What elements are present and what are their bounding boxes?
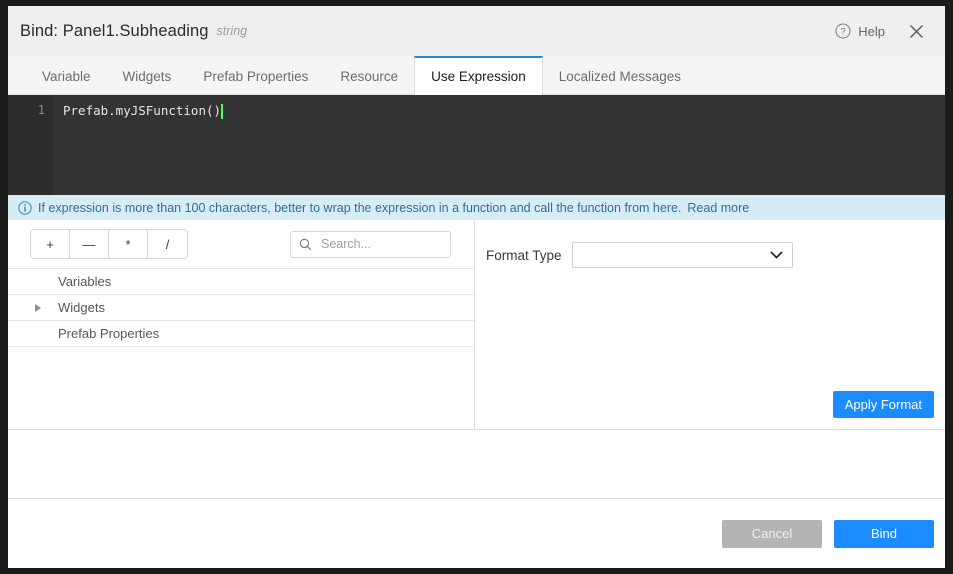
- svg-text:?: ?: [841, 27, 846, 38]
- tab-label: Variable: [42, 69, 91, 84]
- tab-label: Prefab Properties: [203, 69, 308, 84]
- dialog-footer: Cancel Bind: [8, 499, 945, 568]
- tab-localized-messages[interactable]: Localized Messages: [543, 56, 697, 94]
- dialog-type-hint: string: [217, 24, 248, 38]
- expression-builder-pane: + — * /: [8, 220, 475, 429]
- operator-label: /: [166, 237, 170, 252]
- operator-label: *: [125, 237, 130, 252]
- tab-label: Localized Messages: [559, 69, 681, 84]
- tab-resource[interactable]: Resource: [324, 56, 414, 94]
- help-label: Help: [858, 24, 885, 39]
- bind-dialog: Bind: Panel1.Subheading string ? Help: [8, 6, 945, 568]
- operator-button-group: + — * /: [30, 229, 188, 259]
- operator-minus-button[interactable]: —: [70, 230, 109, 258]
- bind-button[interactable]: Bind: [834, 520, 934, 548]
- format-type-select-wrap: [572, 242, 793, 268]
- screen-background: Bind: Panel1.Subheading string ? Help: [0, 0, 953, 574]
- page-title: Bind: Panel1.Subheading: [20, 22, 209, 41]
- chevron-right-icon[interactable]: [33, 303, 49, 313]
- search-input[interactable]: [319, 236, 442, 252]
- read-more-link[interactable]: Read more: [687, 201, 749, 215]
- search-box[interactable]: [290, 231, 451, 258]
- tab-label: Resource: [340, 69, 398, 84]
- question-circle-icon: ?: [835, 23, 851, 39]
- preview-area: [8, 430, 945, 499]
- apply-format-wrap: Apply Format: [475, 268, 945, 429]
- help-button[interactable]: ? Help: [835, 23, 885, 39]
- tab-variable[interactable]: Variable: [26, 56, 107, 94]
- tab-label: Widgets: [123, 69, 172, 84]
- info-circle-icon: [18, 201, 32, 215]
- tab-prefab-properties[interactable]: Prefab Properties: [187, 56, 324, 94]
- format-pane: Format Type Apply Format: [475, 220, 945, 429]
- tab-use-expression[interactable]: Use Expression: [414, 56, 543, 95]
- apply-format-button[interactable]: Apply Format: [833, 391, 934, 418]
- tree-item-label: Widgets: [58, 300, 105, 315]
- close-icon[interactable]: [905, 20, 927, 42]
- tab-strip: Variable Widgets Prefab Properties Resou…: [8, 56, 945, 95]
- binding-source-tree: Variables Widgets Prefab Properties: [8, 268, 474, 429]
- tree-item-variables[interactable]: Variables: [8, 269, 474, 295]
- editor-code-area[interactable]: Prefab.myJSFunction(): [53, 95, 945, 195]
- format-type-label: Format Type: [486, 248, 572, 263]
- editor-gutter: 1: [8, 95, 53, 195]
- info-message: If expression is more than 100 character…: [38, 201, 681, 215]
- format-type-select[interactable]: [572, 242, 793, 268]
- tree-item-widgets[interactable]: Widgets: [8, 295, 474, 321]
- expression-code-editor[interactable]: 1 Prefab.myJSFunction(): [8, 95, 945, 195]
- code-text: Prefab.myJSFunction(): [63, 103, 221, 119]
- operator-label: +: [46, 237, 54, 252]
- search-icon: [299, 238, 312, 251]
- left-toolbar: + — * /: [8, 220, 474, 268]
- operator-divide-button[interactable]: /: [148, 230, 187, 258]
- line-number: 1: [38, 103, 45, 117]
- tree-item-label: Variables: [58, 274, 111, 289]
- format-type-row: Format Type: [475, 220, 945, 268]
- info-bar: If expression is more than 100 character…: [8, 195, 945, 220]
- operator-plus-button[interactable]: +: [31, 230, 70, 258]
- operator-label: —: [83, 237, 96, 252]
- tree-item-label: Prefab Properties: [58, 326, 159, 341]
- tree-item-prefab-properties[interactable]: Prefab Properties: [8, 321, 474, 347]
- text-caret: [221, 104, 223, 119]
- cancel-button[interactable]: Cancel: [722, 520, 822, 548]
- tab-widgets[interactable]: Widgets: [107, 56, 188, 94]
- operator-multiply-button[interactable]: *: [109, 230, 148, 258]
- code-line: Prefab.myJSFunction(): [63, 103, 945, 119]
- tab-label: Use Expression: [431, 69, 526, 84]
- panes-container: + — * /: [8, 220, 945, 430]
- dialog-title-bar: Bind: Panel1.Subheading string ? Help: [8, 6, 945, 56]
